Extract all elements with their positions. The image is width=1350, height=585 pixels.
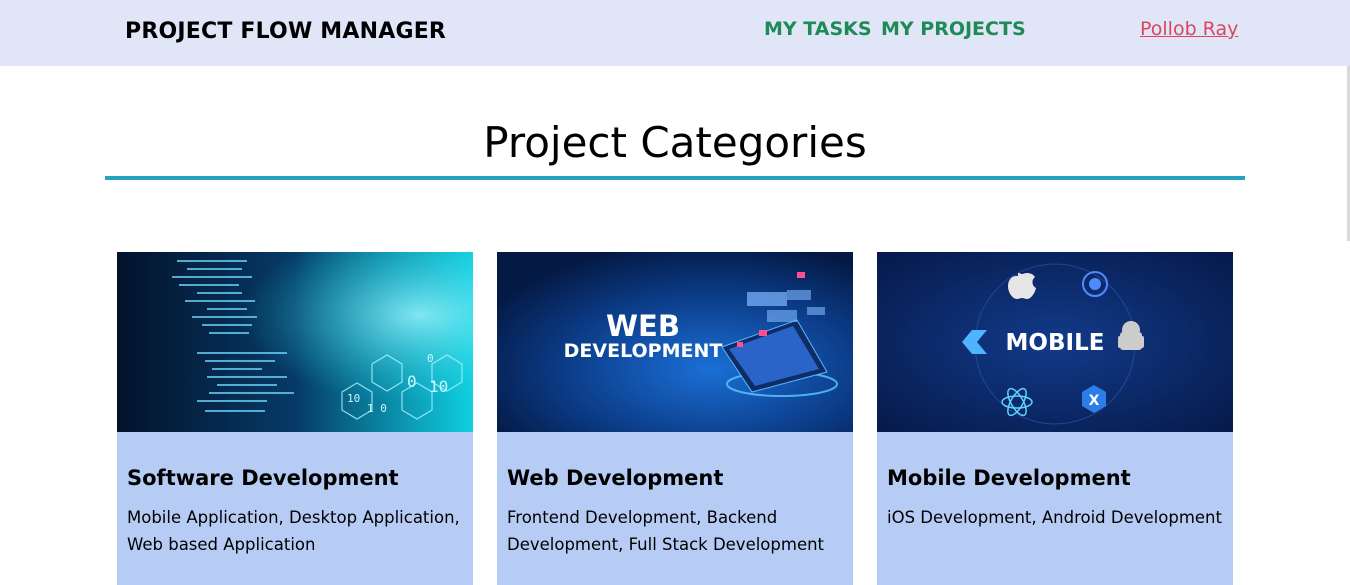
brand-title[interactable]: PROJECT FLOW MANAGER — [125, 19, 446, 44]
web-laptop-image: WEB DEVELOPMENT — [497, 252, 853, 432]
category-description: Mobile Application, Desktop Application,… — [127, 508, 460, 554]
web-image-label-web: WEB — [606, 309, 680, 343]
mobile-image-label: MOBILE — [1006, 330, 1105, 356]
category-card-software[interactable]: 0 10 10 1 0 0 Software Development Mobile … — [117, 252, 473, 585]
svg-text:0: 0 — [407, 372, 417, 391]
navbar: PROJECT FLOW MANAGER MY TASKS MY PROJECT… — [0, 0, 1350, 66]
category-title: Web Development — [507, 466, 724, 490]
category-card-mobile[interactable]: X MOBILE Mobile Development iOS Developm… — [877, 252, 1233, 585]
category-title: Mobile Development — [887, 466, 1131, 490]
category-description: iOS Development, Android Development — [887, 508, 1222, 527]
svg-text:10: 10 — [429, 377, 448, 396]
category-description: Frontend Development, Backend Developmen… — [507, 508, 825, 554]
mobile-platforms-image: X MOBILE — [877, 252, 1233, 432]
svg-text:1 0: 1 0 — [367, 402, 387, 415]
svg-text:0: 0 — [427, 352, 434, 365]
nav-my-tasks[interactable]: MY TASKS — [764, 18, 872, 40]
web-image-label-development: DEVELOPMENT — [564, 340, 723, 362]
code-screen-image: 0 10 10 1 0 0 — [117, 252, 473, 432]
title-divider — [105, 176, 1245, 180]
category-title: Software Development — [127, 466, 399, 490]
nav-my-projects[interactable]: MY PROJECTS — [881, 18, 1026, 40]
svg-text:X: X — [1089, 393, 1100, 409]
svg-text:10: 10 — [347, 392, 360, 405]
page-title: Project Categories — [483, 118, 867, 167]
category-card-web[interactable]: WEB DEVELOPMENT Web Development Frontend… — [497, 252, 853, 585]
user-name-link[interactable]: Pollob Ray — [1140, 18, 1238, 40]
